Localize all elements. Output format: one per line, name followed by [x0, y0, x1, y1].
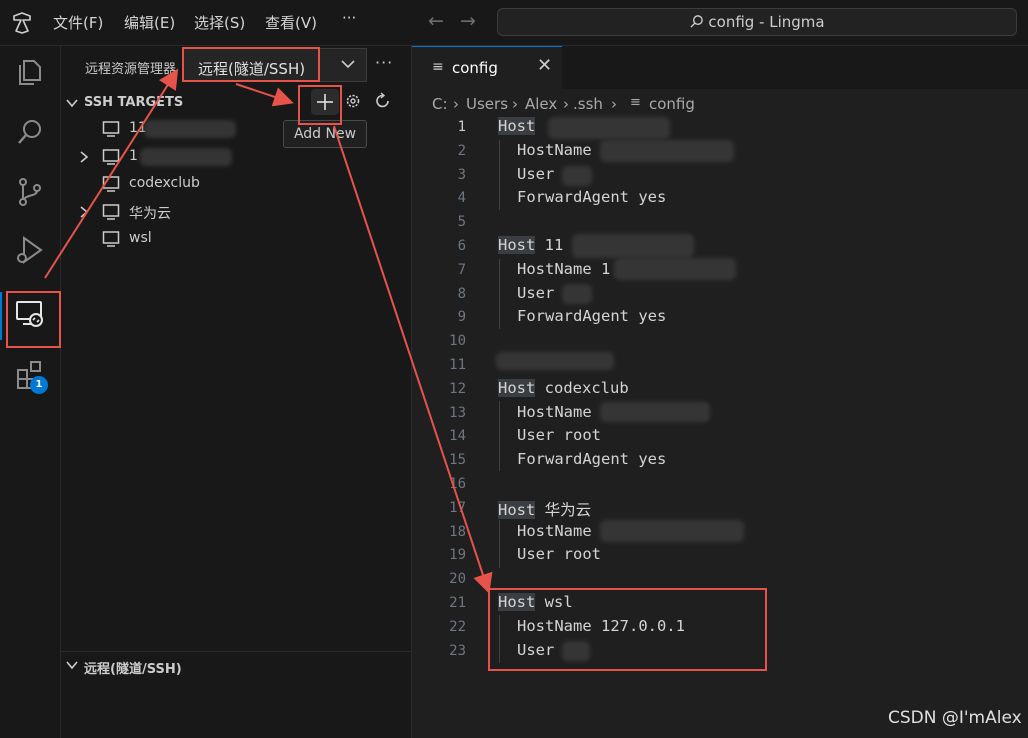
highlight-add-button-box: [298, 85, 342, 125]
highlight-wsl-block-box: [488, 588, 767, 671]
arrow-to-select: [44, 68, 179, 279]
arrow-to-add-button: [235, 83, 294, 107]
watermark: CSDN @I'mAlex: [888, 708, 1022, 728]
annotation-overlay: [6, 47, 767, 671]
highlight-remote-icon-box: [6, 291, 61, 348]
arrow-to-wsl-block: [333, 125, 493, 594]
highlight-select-box: [182, 47, 320, 82]
